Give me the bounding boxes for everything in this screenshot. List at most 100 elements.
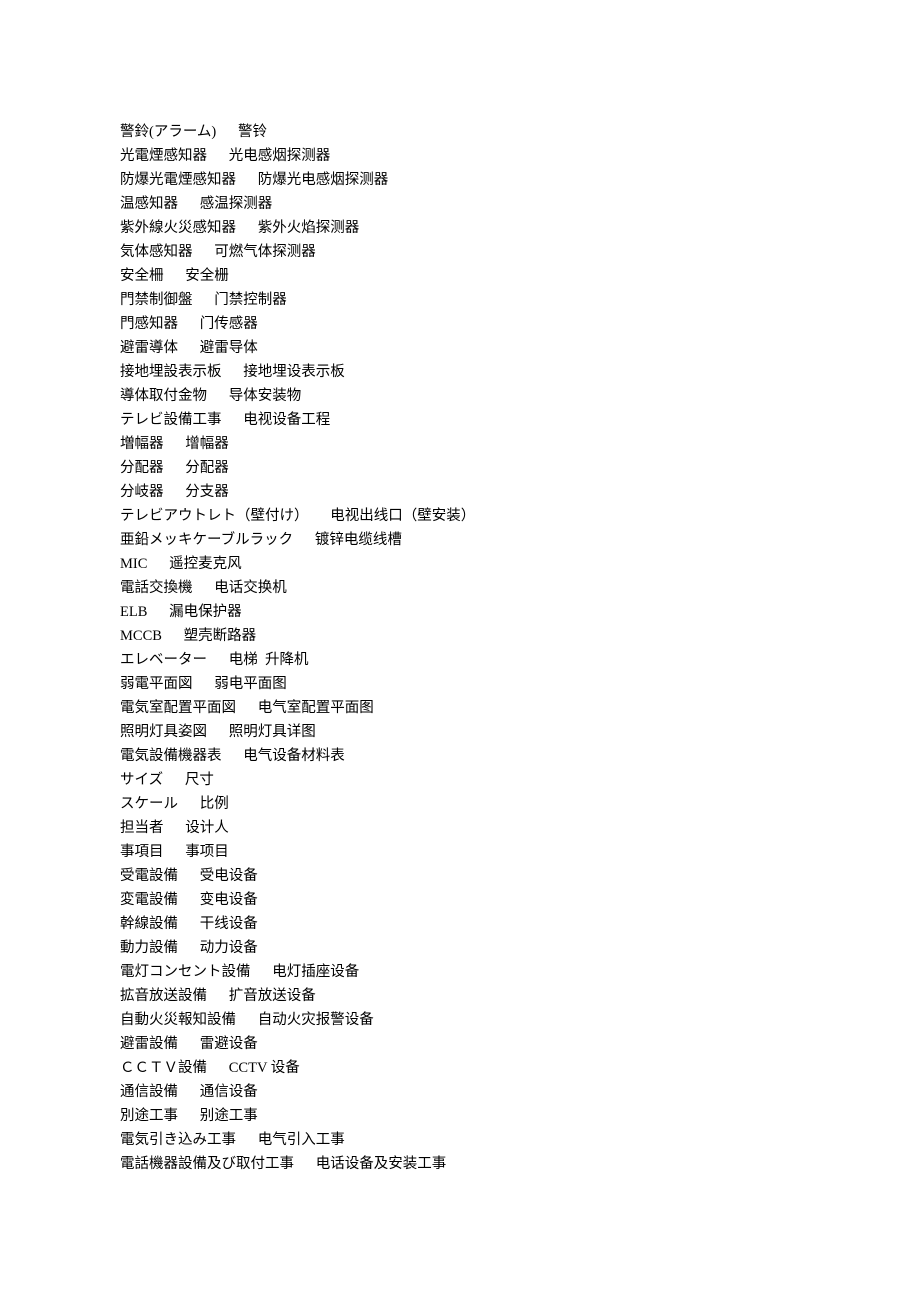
term-japanese: 避雷導体 [120, 340, 178, 356]
term-japanese: 紫外線火災感知器 [120, 220, 236, 236]
term-japanese: テレビアウトレト（壁付け） [120, 508, 309, 524]
glossary-row: 通信設備 通信设备 [120, 1080, 800, 1104]
glossary-row: 導体取付金物 导体安装物 [120, 384, 800, 408]
term-chinese: 自动火灾报警设备 [258, 1012, 374, 1028]
term-separator [236, 1012, 258, 1028]
term-separator [178, 940, 200, 956]
term-chinese: 警铃 [238, 124, 267, 140]
term-separator [236, 220, 258, 236]
term-separator [207, 1060, 229, 1076]
term-chinese: 电灯插座设备 [272, 964, 359, 980]
glossary-row: スケール 比例 [120, 792, 800, 816]
term-japanese: スケール [120, 796, 178, 812]
term-separator [207, 988, 229, 1004]
glossary-row: 幹線設備 干线设备 [120, 912, 800, 936]
term-japanese: 接地埋設表示板 [120, 364, 222, 380]
glossary-row: 受電設備 受电设备 [120, 864, 800, 888]
glossary-row: 電話機器設備及び取付工事 电话设备及安装工事 [120, 1152, 800, 1176]
glossary-row: 拡音放送設備 扩音放送设备 [120, 984, 800, 1008]
term-chinese: 防爆光电感烟探测器 [258, 172, 389, 188]
glossary-row: 門禁制御盤 门禁控制器 [120, 288, 800, 312]
term-separator [178, 796, 200, 812]
term-japanese: 安全柵 [120, 268, 164, 284]
term-separator [207, 388, 229, 404]
term-chinese: 门传感器 [200, 316, 258, 332]
term-chinese: 电视设备工程 [243, 412, 330, 428]
term-separator [178, 1108, 200, 1124]
glossary-row: 電気引き込み工事 电气引入工事 [120, 1128, 800, 1152]
glossary-row: MCCB 塑壳断路器 [120, 624, 800, 648]
term-chinese: 电视出线口（壁安装） [330, 508, 475, 524]
term-separator [207, 652, 229, 668]
term-chinese: 事项目 [185, 844, 229, 860]
term-chinese: 镀锌电缆线槽 [315, 532, 402, 548]
term-separator [222, 748, 244, 764]
term-chinese: 动力设备 [200, 940, 258, 956]
term-separator [309, 508, 331, 524]
glossary-row: 弱電平面図 弱电平面图 [120, 672, 800, 696]
glossary-row: 接地埋設表示板 接地埋设表示板 [120, 360, 800, 384]
term-chinese: 增幅器 [185, 436, 229, 452]
term-japanese: 通信設備 [120, 1084, 178, 1100]
term-chinese: 避雷导体 [200, 340, 258, 356]
glossary-row: テレビアウトレト（壁付け） 电视出线口（壁安装） [120, 504, 800, 528]
term-japanese: ＣＣＴＶ設備 [120, 1060, 207, 1076]
glossary-row: 照明灯具姿図 照明灯具详图 [120, 720, 800, 744]
term-japanese: 自動火災報知設備 [120, 1012, 236, 1028]
glossary-row: 亜鉛メッキケーブルラック 镀锌电缆线槽 [120, 528, 800, 552]
term-japanese: 別途工事 [120, 1108, 178, 1124]
term-separator [222, 412, 244, 428]
term-japanese: 照明灯具姿図 [120, 724, 207, 740]
term-chinese: 电气设备材料表 [243, 748, 345, 764]
glossary-row: 温感知器 感温探测器 [120, 192, 800, 216]
term-chinese: 可燃气体探测器 [214, 244, 316, 260]
term-chinese: 感温探测器 [200, 196, 273, 212]
term-japanese: MCCB [120, 628, 162, 644]
term-chinese: 干线设备 [200, 916, 258, 932]
term-chinese: 塑壳断路器 [184, 628, 257, 644]
term-separator [178, 868, 200, 884]
term-chinese: 电气室配置平面图 [258, 700, 374, 716]
term-separator [236, 172, 258, 188]
term-chinese: 安全栅 [185, 268, 229, 284]
glossary-row: 門感知器 门传感器 [120, 312, 800, 336]
term-separator [178, 916, 200, 932]
term-japanese: 気体感知器 [120, 244, 193, 260]
term-japanese: 幹線設備 [120, 916, 178, 932]
term-japanese: 増幅器 [120, 436, 164, 452]
glossary-row: ＣＣＴＶ設備 CCTV 设备 [120, 1056, 800, 1080]
glossary-row: 別途工事 别途工事 [120, 1104, 800, 1128]
document-page: 警鈴(アラーム) 警铃光電煙感知器 光电感烟探测器防爆光電煙感知器 防爆光电感烟… [0, 0, 920, 1276]
term-chinese: 紫外火焰探测器 [258, 220, 360, 236]
glossary-row: 分配器 分配器 [120, 456, 800, 480]
term-chinese: 电话交换机 [214, 580, 287, 596]
term-separator [193, 244, 215, 260]
term-chinese: 遥控麦克风 [169, 556, 242, 572]
term-chinese: 照明灯具详图 [229, 724, 316, 740]
term-chinese: 导体安装物 [229, 388, 302, 404]
term-separator [178, 196, 200, 212]
term-chinese: 通信设备 [200, 1084, 258, 1100]
glossary-row: MIC 遥控麦克风 [120, 552, 800, 576]
glossary-row: 光電煙感知器 光电感烟探测器 [120, 144, 800, 168]
glossary-row: 防爆光電煙感知器 防爆光电感烟探测器 [120, 168, 800, 192]
term-chinese: 设计人 [185, 820, 229, 836]
term-japanese: テレビ設備工事 [120, 412, 222, 428]
term-chinese: 受电设备 [200, 868, 258, 884]
term-separator [293, 532, 315, 548]
term-japanese: 電気引き込み工事 [120, 1132, 236, 1148]
glossary-row: 変電設備 变电设备 [120, 888, 800, 912]
term-japanese: 亜鉛メッキケーブルラック [120, 532, 293, 548]
term-japanese: 電灯コンセント設備 [120, 964, 251, 980]
term-separator [162, 628, 184, 644]
term-separator [236, 700, 258, 716]
glossary-row: サイズ 尺寸 [120, 768, 800, 792]
term-chinese: 电话设备及安装工事 [316, 1156, 447, 1172]
term-separator [251, 964, 273, 980]
term-separator [178, 1036, 200, 1052]
term-japanese: サイズ [120, 772, 163, 788]
term-separator [178, 1084, 200, 1100]
term-chinese: 扩音放送设备 [229, 988, 316, 1004]
term-japanese: 分配器 [120, 460, 164, 476]
term-chinese: 分配器 [185, 460, 229, 476]
